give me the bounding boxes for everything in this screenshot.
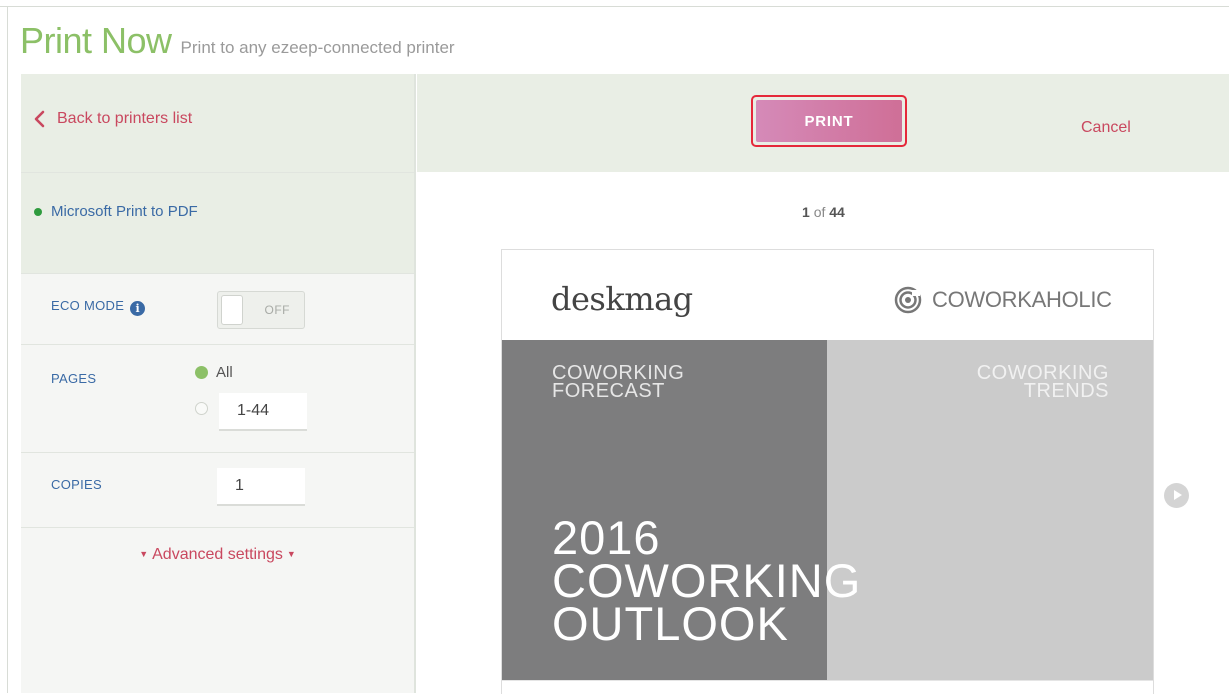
- eco-mode-label: ECO MODE i: [51, 298, 146, 316]
- caret-down-icon: ▼: [286, 549, 296, 559]
- action-bar: PRINT Cancel: [417, 74, 1229, 172]
- info-icon[interactable]: i: [130, 301, 146, 316]
- eco-mode-row: ECO MODE i OFF: [21, 274, 414, 345]
- document-preview: deskmag COWORKAHOLIC COWORKING FORECAST …: [501, 249, 1154, 694]
- advanced-settings-link[interactable]: ▼ Advanced settings ▼: [21, 546, 414, 564]
- pages-all-label: All: [216, 364, 233, 381]
- coworkaholic-mark-icon: [894, 286, 922, 314]
- current-page: 1: [802, 204, 810, 220]
- page-header: Print Now Print to any ezeep-connected p…: [20, 20, 455, 70]
- copies-label: COPIES: [51, 477, 102, 492]
- back-to-printers-link[interactable]: Back to printers list: [33, 110, 192, 128]
- copies-input[interactable]: [217, 468, 305, 506]
- frame-left-border: [7, 6, 8, 693]
- print-button-label: PRINT: [756, 100, 902, 142]
- cover-headline: 2016 COWORKING OUTLOOK: [552, 511, 862, 650]
- selected-printer-row: Microsoft Print to PDF: [21, 173, 414, 274]
- cover-bottom-strip: [502, 680, 1153, 694]
- pages-label: PAGES: [51, 371, 97, 386]
- advanced-settings-label: Advanced settings: [152, 546, 283, 563]
- brand-rest: mag: [624, 280, 693, 318]
- headline-line-1: 2016: [552, 511, 661, 564]
- eco-mode-label-text: ECO MODE: [51, 298, 125, 313]
- deskmag-logo: deskmag: [551, 280, 693, 318]
- printer-status-dot: [34, 207, 42, 216]
- pages-range-input[interactable]: [219, 393, 307, 431]
- toggle-knob: [221, 295, 243, 325]
- printer-name: Microsoft Print to PDF: [51, 203, 198, 220]
- partner-name: COWORKAHOLIC: [932, 287, 1112, 312]
- coworkaholic-logo: COWORKAHOLIC: [894, 286, 1112, 314]
- total-pages: 44: [829, 204, 845, 220]
- copies-row: COPIES: [21, 453, 414, 528]
- cancel-link[interactable]: Cancel: [1081, 119, 1131, 137]
- chevron-left-icon: [33, 110, 45, 128]
- eco-mode-toggle[interactable]: OFF: [217, 291, 305, 329]
- forecast-line-2: FORECAST: [552, 380, 665, 402]
- next-page-icon[interactable]: [1164, 483, 1189, 508]
- pages-all-radio[interactable]: [195, 366, 208, 379]
- forecast-heading: COWORKING FORECAST: [552, 363, 684, 402]
- page-counter: 1 of 44: [802, 204, 845, 220]
- headline-line-3: OUTLOOK: [552, 597, 789, 650]
- back-row: Back to printers list: [21, 74, 414, 173]
- brand-bold: desk: [551, 280, 625, 318]
- pages-range-radio[interactable]: [195, 402, 208, 415]
- headline-line-2: COWORKING: [552, 554, 862, 607]
- frame-top-border: [0, 6, 1229, 7]
- trends-line-2: TRENDS: [1023, 380, 1109, 402]
- page-title: Print Now: [20, 20, 172, 61]
- back-link-label: Back to printers list: [57, 110, 193, 127]
- toggle-state-label: OFF: [264, 303, 290, 317]
- page-subtitle: Print to any ezeep-connected printer: [180, 38, 455, 57]
- caret-down-icon: ▼: [139, 549, 149, 559]
- trends-heading: COWORKING TRENDS: [977, 363, 1109, 402]
- pages-row: PAGES All: [21, 345, 414, 453]
- selected-printer[interactable]: Microsoft Print to PDF: [34, 203, 198, 220]
- page-of-label: of: [813, 204, 826, 220]
- settings-panel: Back to printers list Microsoft Print to…: [21, 74, 416, 693]
- print-button[interactable]: PRINT: [751, 95, 907, 147]
